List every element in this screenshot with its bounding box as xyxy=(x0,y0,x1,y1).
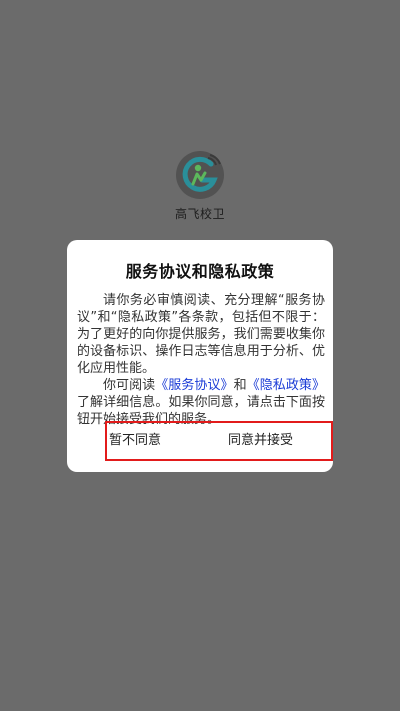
dialog-title: 服务协议和隐私政策 xyxy=(125,262,275,281)
consent-paragraph-1: 请你务必审慎阅读、充分理解“服务协议”和“隐私政策”各条款，包括但不限于：为了更… xyxy=(77,293,325,376)
dialog-body: 请你务必审慎阅读、充分理解“服务协议”和“隐私政策”各条款，包括但不限于：为了更… xyxy=(77,292,325,428)
service-agreement-link[interactable]: 《服务协议》 xyxy=(155,378,233,393)
privacy-policy-link[interactable]: 《隐私政策》 xyxy=(247,378,325,393)
dialog-button-row: 暂不同意 同意并接受 xyxy=(105,421,333,461)
paragraph-2-and: 和 xyxy=(233,378,247,393)
gaofei-logo-icon xyxy=(176,151,224,199)
app-name: 高飞校卫 xyxy=(174,207,225,221)
privacy-consent-dialog: 服务协议和隐私政策 请你务必审慎阅读、充分理解“服务协议”和“隐私政策”各条款，… xyxy=(67,240,333,472)
agree-button[interactable]: 同意并接受 xyxy=(228,423,293,459)
app-logo xyxy=(175,150,225,200)
disagree-button[interactable]: 暂不同意 xyxy=(109,423,161,459)
paragraph-2-prefix: 你可阅读 xyxy=(103,378,156,393)
